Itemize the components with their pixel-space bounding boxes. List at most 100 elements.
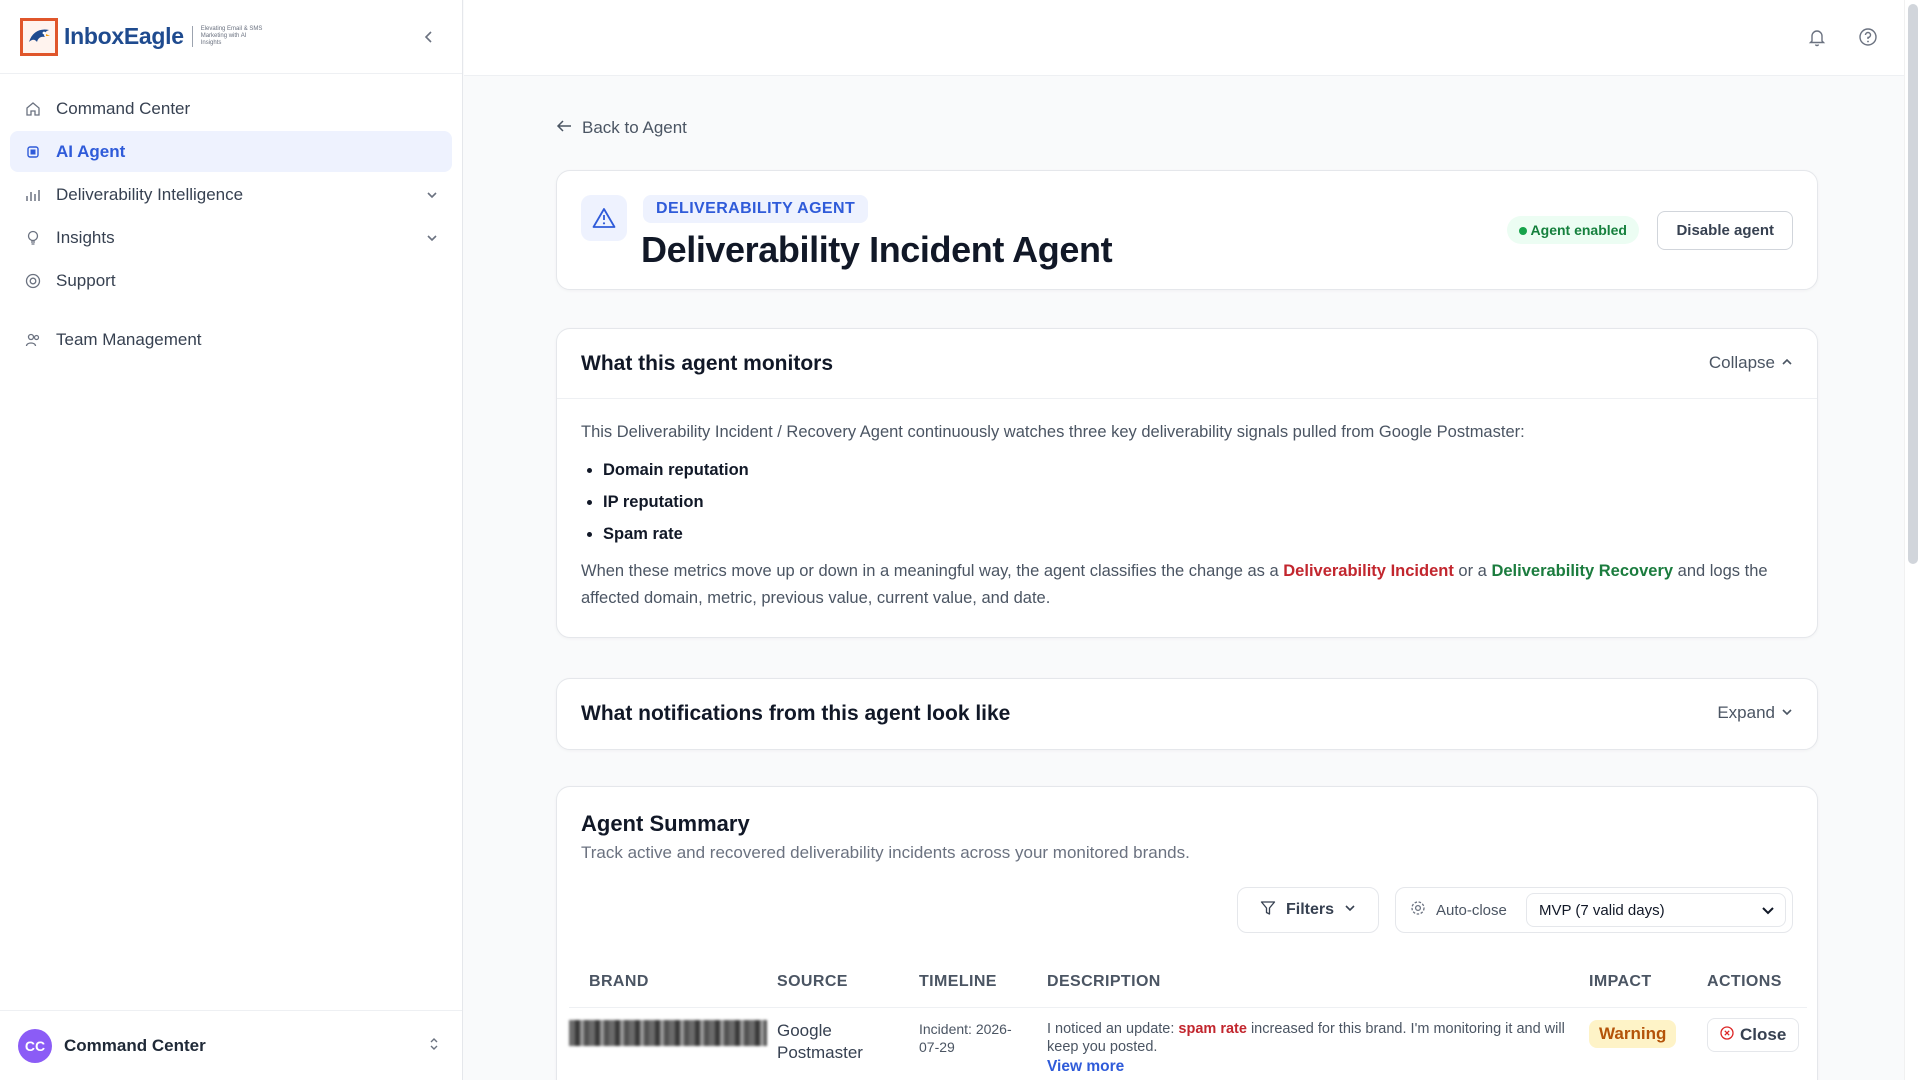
column-header-brand: BRAND [589,973,649,990]
status-badge: Agent enabled [1506,216,1639,244]
arrow-left-icon [556,118,572,138]
recovery-term: Deliverability Recovery [1491,562,1674,580]
outro-or: or a [1458,562,1487,580]
brand-logo-redacted [569,1020,767,1046]
chevron-down-icon[interactable] [426,229,438,249]
auto-close-label: Auto-close [1436,901,1507,919]
filters-button[interactable]: Filters [1237,887,1379,933]
outro-text: When these metrics move up or down in a … [581,562,1279,580]
table-row: Google Postmaster Incident: 2026- 07-29 … [569,1007,1807,1080]
chevron-down-icon [1781,703,1793,723]
auto-close-value: MVP (7 valid days) [1539,901,1665,919]
disable-agent-button[interactable]: Disable agent [1657,211,1793,250]
workspace-switcher[interactable]: CC Command Center [0,1010,462,1080]
sidebar-item-insights[interactable]: Insights [10,217,452,258]
page-title: Deliverability Incident Agent [641,229,1113,270]
agent-summary-card: Agent Summary Track active and recovered… [556,786,1818,1080]
chevron-up-icon [1781,353,1793,373]
source-line-2: Postmaster [777,1043,863,1062]
sidebar-item-label: Insights [56,227,115,247]
sidebar-item-label: Team Management [56,329,202,349]
chevron-down-icon [1761,903,1775,921]
column-header-actions: ACTIONS [1707,973,1782,990]
close-incident-button[interactable]: Close [1707,1018,1800,1052]
brand-tagline: Elevating Email & SMS Marketing with AI … [191,26,264,47]
auto-close-select[interactable]: MVP (7 valid days) [1526,893,1786,927]
auto-close-control: Auto-close MVP (7 valid days) [1395,887,1793,933]
expand-label: Expand [1717,703,1775,722]
sidebar-item-command-center[interactable]: Command Center [10,88,452,129]
lightbulb-icon [24,229,42,247]
description-prefix: I noticed an update: [1047,1021,1179,1037]
collapse-button[interactable]: Collapse [1709,353,1793,373]
chevron-down-icon [1344,901,1356,919]
monitors-intro: This Deliverability Incident / Recovery … [581,423,1525,441]
agent-category-badge: DELIVERABILITY AGENT [643,195,869,223]
filters-label: Filters [1285,901,1334,918]
topbar [464,0,1904,76]
monitors-card-header: What this agent monitors Collapse [557,329,1817,399]
timeline-line-2: 07-29 [919,1039,955,1055]
chip-icon [24,143,42,161]
back-to-agent-link[interactable]: Back to Agent [556,118,687,138]
notifications-card-header[interactable]: What notifications from this agent look … [557,679,1817,749]
sidebar-item-label: Deliverability Intelligence [56,184,244,204]
workspace-name: Command Center [64,1035,206,1055]
gear-icon [1410,900,1426,921]
timeline-line-1: Incident: 2026- [919,1021,1012,1037]
impact-badge: Warning [1589,1020,1677,1048]
bar-chart-icon [24,186,42,204]
sidebar-item-deliverability-intelligence[interactable]: Deliverability Intelligence [10,174,452,215]
chevron-left-icon[interactable] [416,24,442,50]
close-label: Close [1740,1025,1787,1044]
timeline-cell: Incident: 2026- 07-29 [919,1020,1012,1056]
chevron-up-down-icon[interactable] [428,1036,440,1057]
home-icon [24,100,42,118]
brand-name: InboxEagle [64,23,184,49]
summary-title: Agent Summary [581,811,750,836]
summary-subtitle: Track active and recovered deliverabilit… [581,843,1190,862]
back-link-label: Back to Agent [582,118,687,137]
avatar: CC [18,1028,52,1063]
expand-button[interactable]: Expand [1717,703,1793,723]
column-header-timeline: TIMELINE [919,973,997,990]
monitors-outro: When these metrics move up or down in a … [581,558,1793,612]
incident-term: Deliverability Incident [1283,562,1454,580]
bell-icon[interactable] [1804,24,1830,50]
users-icon [24,331,42,349]
source-line-1: Google [777,1021,832,1040]
view-more-link[interactable]: View more [1047,1058,1567,1076]
scrollbar-thumb[interactable] [1908,4,1918,564]
column-header-description: DESCRIPTION [1047,973,1161,990]
collapse-label: Collapse [1708,353,1775,372]
warning-triangle-icon [581,195,627,241]
sidebar-item-ai-agent[interactable]: AI Agent [10,131,452,172]
sidebar-item-support[interactable]: Support [10,260,452,301]
column-header-source: SOURCE [777,973,848,990]
sidebar-nav: Command Center AI Agent Deliverability I… [0,74,462,376]
eagle-logo-icon [20,17,58,56]
sidebar-item-label: Command Center [56,98,191,118]
column-header-impact: IMPACT [1589,973,1652,990]
sidebar: InboxEagle Elevating Email & SMS Marketi… [0,0,463,1080]
chevron-down-icon[interactable] [426,186,438,206]
help-icon[interactable] [1855,24,1881,50]
list-item: Spam rate [603,518,1793,550]
sidebar-item-team-management[interactable]: Team Management [10,319,452,360]
lifebuoy-icon [24,272,42,290]
section-title: What this agent monitors [581,351,833,375]
monitors-card: What this agent monitors Collapse This D… [556,328,1818,638]
notifications-card: What notifications from this agent look … [556,678,1818,750]
close-circle-icon [1720,1025,1734,1045]
page-scrollbar[interactable] [1904,0,1920,1080]
main-content: Back to Agent DELIVERABILITY AGENT Deliv… [464,76,1904,1080]
signals-list: Domain reputation IP reputation Spam rat… [603,454,1793,550]
description-cell: I noticed an update: spam rate increased… [1047,1020,1567,1076]
brand-header: InboxEagle Elevating Email & SMS Marketi… [0,0,462,74]
description-keyword: spam rate [1178,1021,1247,1037]
filter-icon [1260,900,1276,921]
agent-header-card: DELIVERABILITY AGENT Deliverability Inci… [556,170,1818,290]
section-title: What notifications from this agent look … [581,702,1011,725]
monitors-card-body: This Deliverability Incident / Recovery … [557,399,1817,632]
sidebar-item-label: AI Agent [56,141,126,161]
